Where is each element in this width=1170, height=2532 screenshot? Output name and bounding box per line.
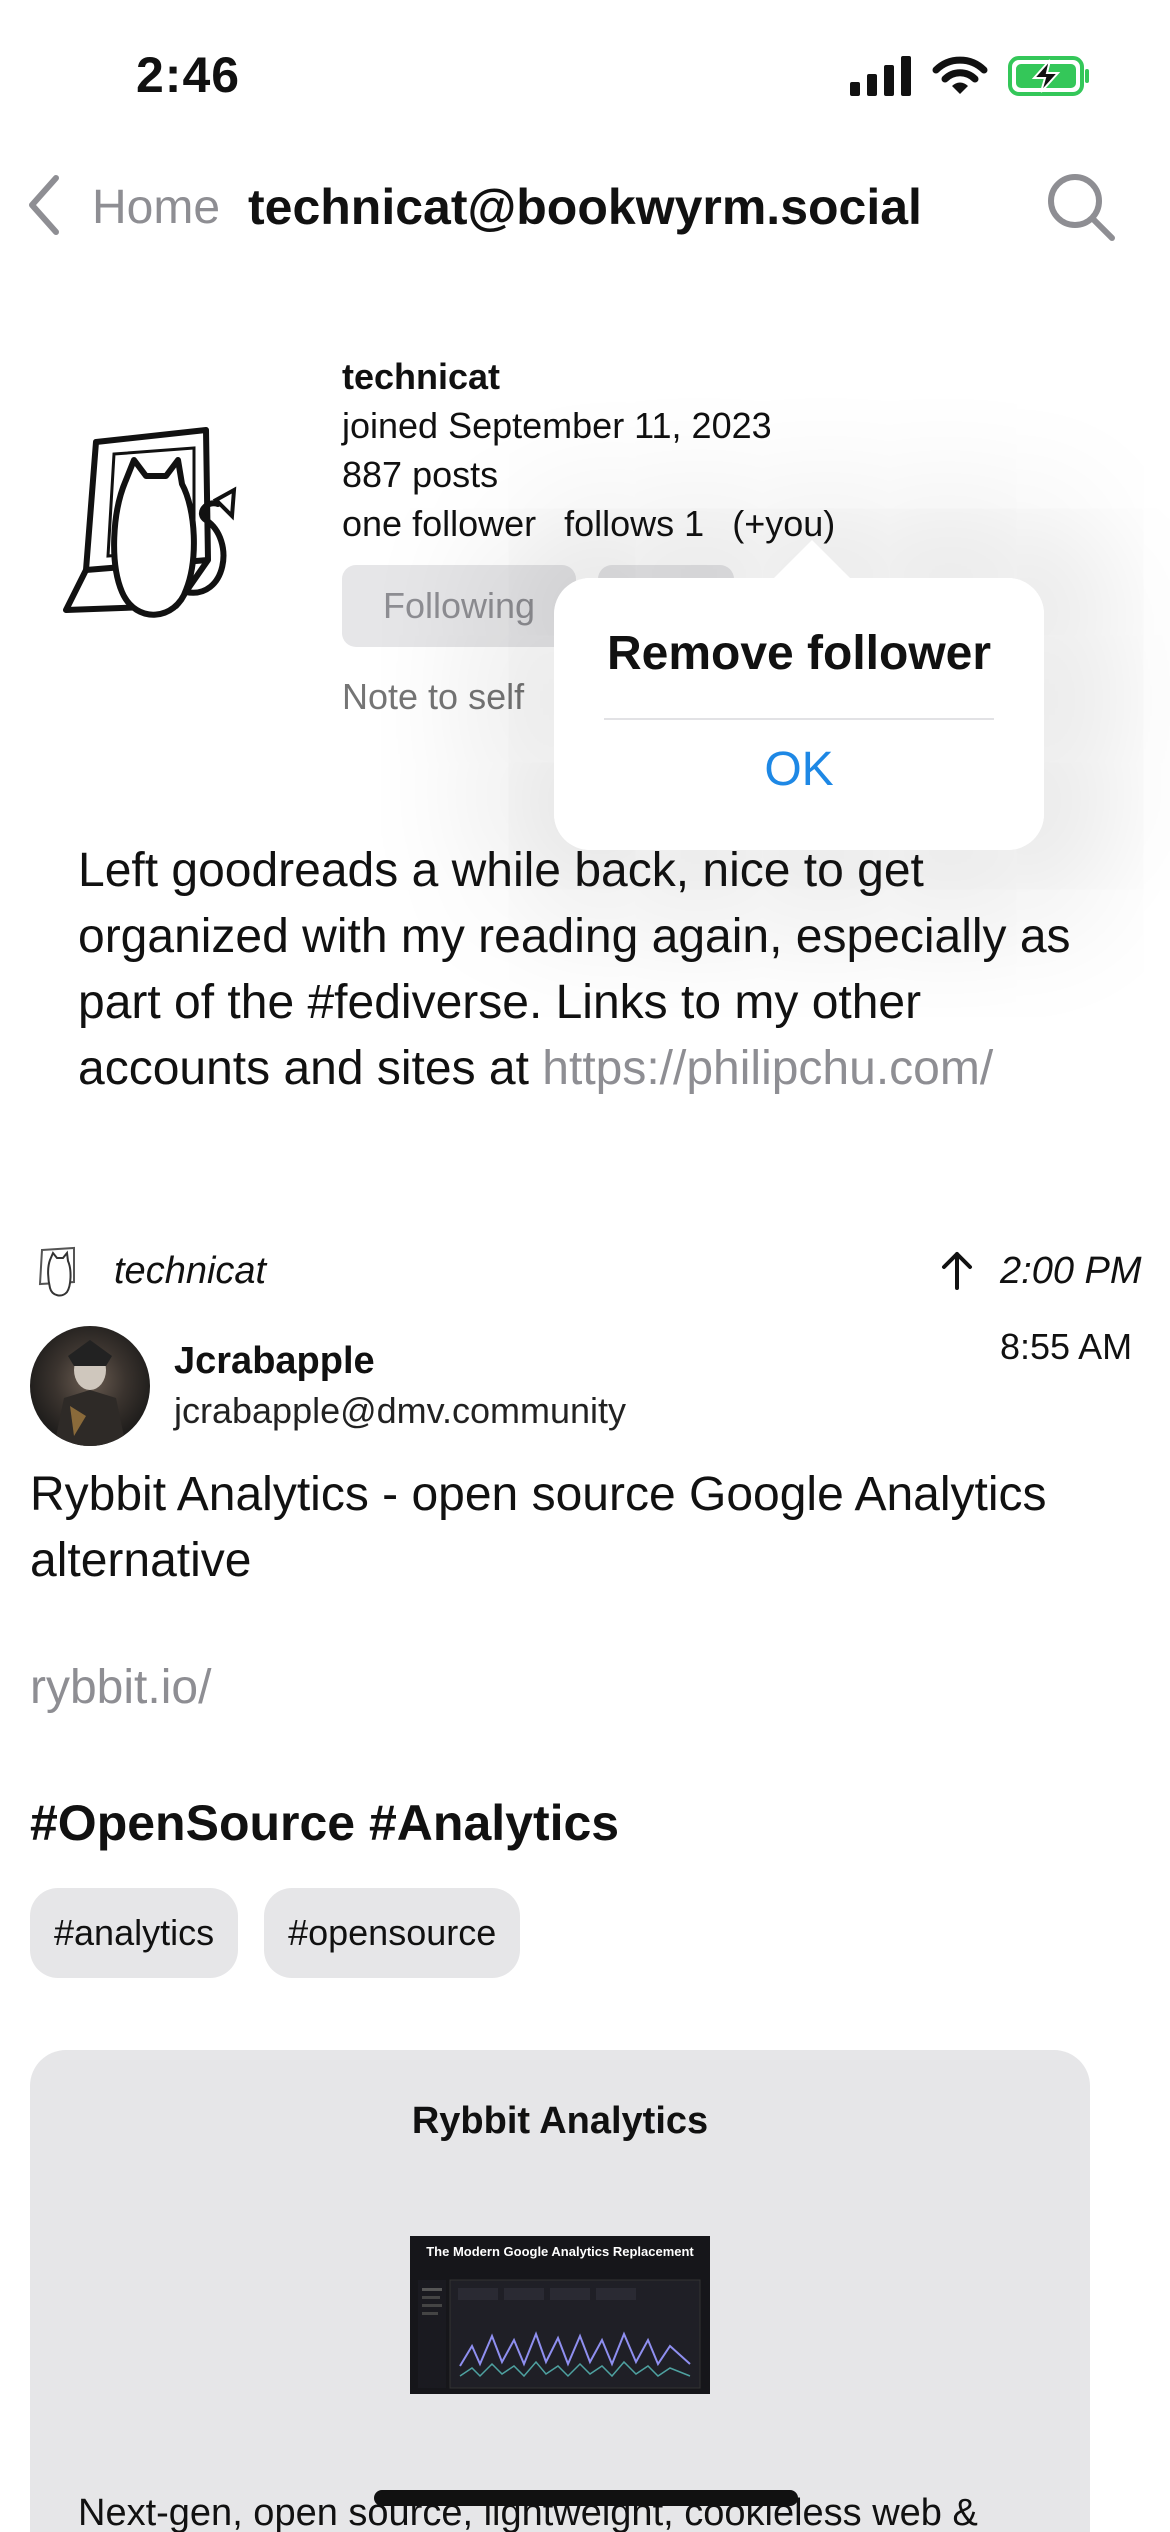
card-image: The Modern Google Analytics Replacement bbox=[410, 2236, 710, 2394]
profile-info: technicat joined September 11, 2023 887 … bbox=[342, 352, 853, 548]
follows-you-label[interactable]: (+you) bbox=[732, 503, 835, 544]
author-avatar[interactable] bbox=[30, 1326, 150, 1446]
link-preview-card[interactable]: Rybbit Analytics The Modern Google Analy… bbox=[30, 2050, 1090, 2532]
card-title: Rybbit Analytics bbox=[411, 2100, 709, 2142]
post-text: Rybbit Analytics - open source Google An… bbox=[30, 1468, 1047, 1587]
post-link[interactable]: rybbit.io/ bbox=[30, 1660, 211, 1715]
tag-chip[interactable]: #opensource bbox=[264, 1888, 521, 1978]
follows-count[interactable]: follows 1 bbox=[564, 503, 704, 544]
author-handle[interactable]: jcrabapple@dmv.community bbox=[174, 1390, 626, 1432]
post-time: 8:55 AM bbox=[1000, 1326, 1133, 1367]
profile-screen: 2:46 Home technicat@bookwyrm.social tech… bbox=[0, 0, 1170, 2532]
post-hashtags[interactable]: #OpenSource #Analytics bbox=[30, 1794, 619, 1852]
author-avatar-figure bbox=[54, 1340, 126, 1446]
wifi-icon bbox=[932, 56, 988, 94]
popover-divider bbox=[604, 718, 994, 720]
bio-link[interactable]: https://philipchu.com/ bbox=[542, 1042, 993, 1095]
tag-row: #analytics #opensource bbox=[30, 1888, 521, 1978]
status-icons bbox=[850, 56, 1090, 96]
back-button[interactable]: Home bbox=[92, 180, 220, 235]
profile-bio: Left goodreads a while back, nice to get… bbox=[78, 838, 1098, 1102]
ok-button[interactable]: OK bbox=[554, 742, 1044, 797]
remove-follower-popover: Remove follower OK bbox=[554, 578, 1044, 850]
booster-name[interactable]: technicat bbox=[114, 1250, 266, 1293]
profile-joined: joined September 11, 2023 bbox=[342, 405, 772, 446]
signal-icon bbox=[850, 56, 911, 96]
battery-charging-icon bbox=[1008, 56, 1089, 96]
profile-name: technicat bbox=[342, 356, 501, 397]
navigation-bar: Home technicat@bookwyrm.social bbox=[0, 170, 1170, 242]
booster-avatar[interactable] bbox=[34, 1244, 84, 1300]
profile-avatar bbox=[63, 427, 237, 618]
profile-post-count[interactable]: 887 posts bbox=[342, 450, 853, 499]
tag-chip[interactable]: #analytics bbox=[30, 1888, 239, 1978]
popover-title: Remove follower bbox=[606, 627, 992, 680]
search-icon[interactable] bbox=[1046, 172, 1116, 242]
card-image-dashboard bbox=[418, 2279, 701, 2389]
followers-count[interactable]: one follower bbox=[342, 503, 536, 544]
page-title: technicat@bookwyrm.social bbox=[248, 179, 922, 235]
arrow-up-icon bbox=[942, 1252, 972, 1290]
status-time: 2:46 bbox=[136, 47, 241, 103]
author-name[interactable]: Jcrabapple bbox=[174, 1340, 375, 1383]
following-button[interactable]: Following bbox=[342, 565, 576, 647]
home-indicator[interactable] bbox=[374, 2490, 798, 2506]
popover-arrow bbox=[772, 540, 852, 580]
boost-time: 2:00 PM bbox=[1000, 1250, 1142, 1292]
chevron-left-icon[interactable] bbox=[24, 174, 64, 236]
